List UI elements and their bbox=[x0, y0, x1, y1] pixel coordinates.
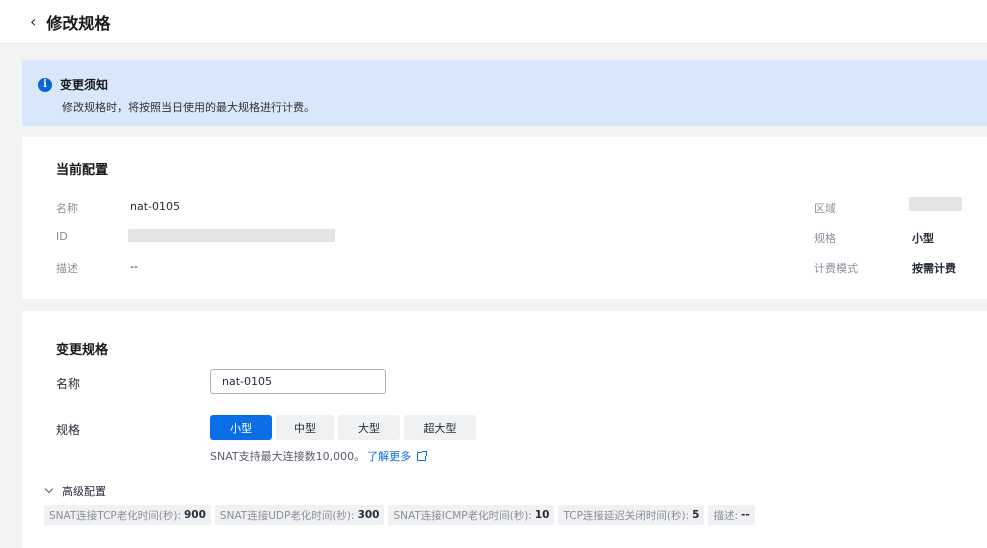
name-input[interactable] bbox=[210, 369, 386, 394]
notice-banner: i 变更须知 修改规格时，将按照当日使用的最大规格进行计费。 bbox=[22, 60, 987, 126]
tag-label: SNAT连接ICMP老化时间(秒): bbox=[393, 509, 532, 522]
current-config-title: 当前配置 bbox=[56, 163, 109, 178]
advanced-config-label: 高级配置 bbox=[62, 485, 106, 498]
chevron-down-icon bbox=[44, 484, 54, 494]
tag-label: SNAT连接UDP老化时间(秒): bbox=[219, 509, 355, 522]
tag-value: 900 bbox=[184, 509, 206, 521]
name-label: 名称 bbox=[56, 202, 78, 215]
chevron-left-icon[interactable]: ‹ bbox=[30, 13, 36, 30]
tag-tcp-aging: SNAT连接TCP老化时间(秒): 900 bbox=[44, 505, 211, 525]
id-value-redacted bbox=[128, 229, 335, 242]
spec-hint-text: SNAT支持最大连接数10,000。 bbox=[210, 450, 366, 463]
tag-label: 描述: bbox=[713, 509, 739, 522]
notice-title: 变更须知 bbox=[60, 78, 109, 92]
tag-icmp-aging: SNAT连接ICMP老化时间(秒): 10 bbox=[388, 505, 555, 525]
change-spec-card: 变更规格 名称 规格 小型 中型 大型 超大型 SNAT支持最大连接数10,00… bbox=[22, 311, 987, 548]
form-name-label: 名称 bbox=[56, 377, 81, 391]
tag-label: TCP连接延迟关闭时间(秒): bbox=[563, 509, 690, 522]
tag-value: 300 bbox=[357, 509, 380, 521]
notice-header: i 变更须知 bbox=[38, 76, 987, 93]
form-spec-label: 规格 bbox=[56, 423, 81, 437]
tag-label: SNAT连接TCP老化时间(秒): bbox=[49, 509, 181, 522]
page-title: 修改规格 bbox=[46, 13, 111, 33]
notice-body: 修改规格时，将按照当日使用的最大规格进行计费。 bbox=[62, 101, 315, 114]
page-header: ‹ 修改规格 bbox=[0, 0, 987, 44]
tag-udp-aging: SNAT连接UDP老化时间(秒): 300 bbox=[214, 505, 385, 525]
region-label: 区域 bbox=[814, 202, 836, 215]
billing-value: 按需计费 bbox=[912, 262, 956, 275]
spec-option-xlarge[interactable]: 超大型 bbox=[404, 415, 476, 440]
description-value: -- bbox=[130, 260, 138, 273]
tag-description: 描述: -- bbox=[708, 505, 755, 525]
spec-option-medium[interactable]: 中型 bbox=[276, 415, 334, 440]
tag-value: 10 bbox=[534, 509, 550, 521]
spec-selector: 小型 中型 大型 超大型 bbox=[210, 415, 476, 440]
external-link-icon[interactable] bbox=[417, 451, 428, 461]
spec-value: 小型 bbox=[912, 232, 934, 245]
spec-option-small[interactable]: 小型 bbox=[210, 415, 272, 440]
tag-value: -- bbox=[741, 509, 750, 521]
id-label: ID bbox=[56, 230, 68, 243]
tag-tcp-close-delay: TCP连接延迟关闭时间(秒): 5 bbox=[558, 505, 705, 525]
name-value: nat-0105 bbox=[130, 200, 180, 213]
description-label: 描述 bbox=[56, 262, 78, 275]
learn-more-link[interactable]: 了解更多 bbox=[367, 450, 411, 463]
spec-option-large[interactable]: 大型 bbox=[338, 415, 400, 440]
billing-label: 计费模式 bbox=[814, 262, 858, 275]
spec-hint: SNAT支持最大连接数10,000。 了解更多 bbox=[210, 448, 428, 464]
tag-value: 5 bbox=[692, 509, 700, 521]
region-value-redacted bbox=[909, 197, 962, 211]
spec-label: 规格 bbox=[814, 232, 836, 245]
change-spec-title: 变更规格 bbox=[56, 343, 109, 358]
advanced-config-tags: SNAT连接TCP老化时间(秒): 900 SNAT连接UDP老化时间(秒): 30… bbox=[44, 505, 755, 525]
advanced-config-toggle[interactable]: 高级配置 bbox=[44, 483, 106, 499]
info-icon: i bbox=[38, 77, 52, 92]
current-config-card: 当前配置 名称 nat-0105 ID 描述 -- 区域 规格 小型 计费模式 … bbox=[22, 137, 987, 299]
